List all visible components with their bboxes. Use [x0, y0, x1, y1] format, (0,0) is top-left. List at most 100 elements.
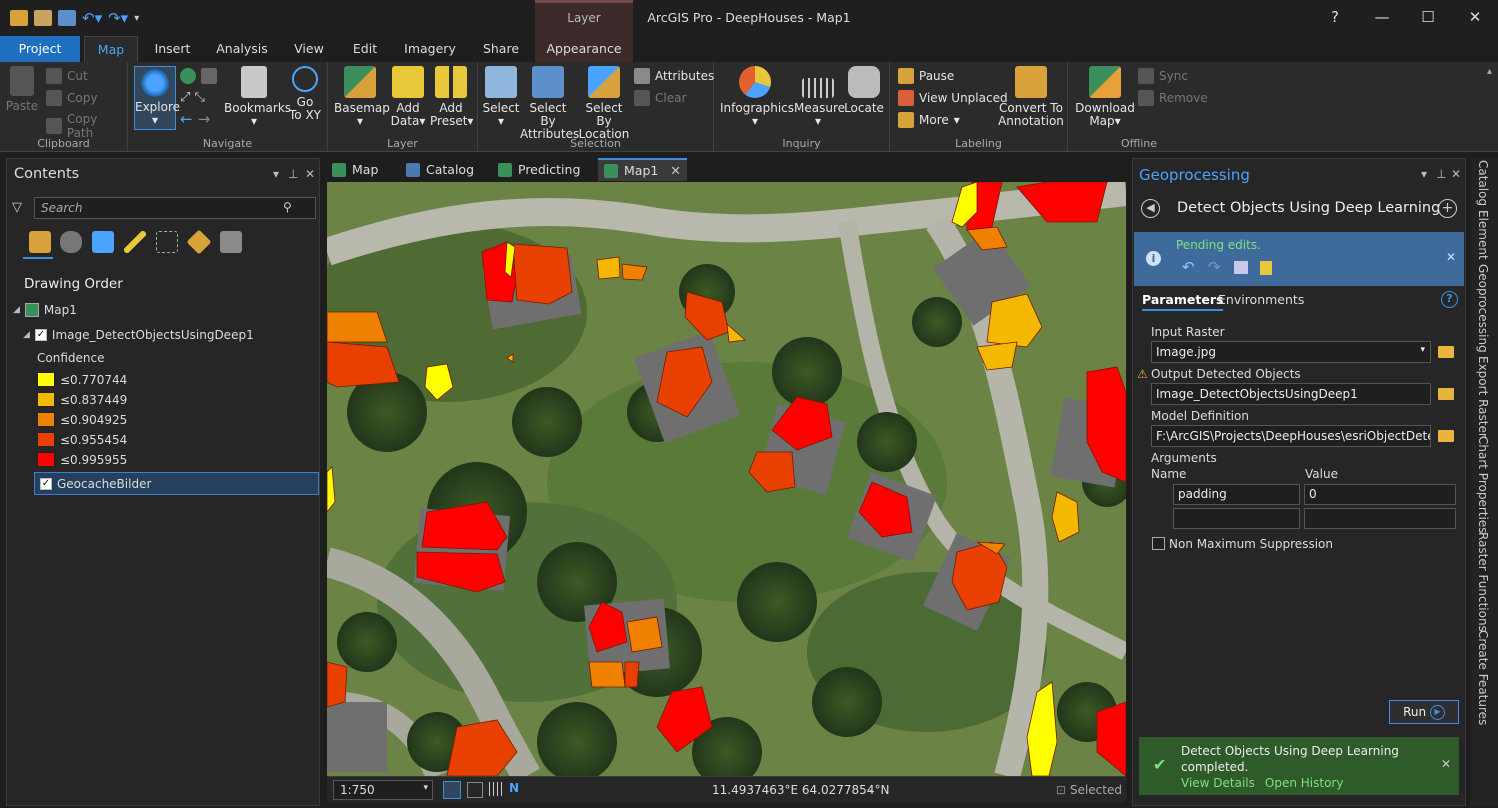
run-button[interactable]: Run ▶ [1389, 700, 1459, 724]
dock-tab-create-features[interactable]: Create Features [1476, 630, 1490, 725]
help-button[interactable]: ? [1320, 8, 1350, 26]
grid-toggle-icon[interactable] [443, 781, 461, 799]
tab-appearance[interactable]: Appearance [540, 36, 628, 62]
cut-button[interactable]: Cut [46, 68, 88, 84]
download-map-button[interactable]: Download Map▾ [1074, 66, 1136, 128]
dismiss-banner-icon[interactable]: ✕ [1446, 250, 1456, 264]
tab-insert[interactable]: Insert [145, 36, 200, 62]
add-preset-button[interactable]: Add Preset▾ [430, 66, 473, 128]
copy-path-button[interactable]: Copy Path [46, 112, 127, 140]
browse-folder-icon[interactable] [1438, 346, 1454, 358]
collapse-arrow-icon[interactable]: ◢ [23, 330, 30, 340]
close-tab-icon[interactable]: ✕ [670, 159, 680, 182]
redo-icon[interactable]: ↷ [1208, 258, 1221, 276]
dock-tab-export-raster[interactable]: Export Raster [1476, 356, 1490, 438]
input-raster-select[interactable]: Image.jpg ▾ [1151, 341, 1431, 363]
view-tab-map[interactable]: Map [326, 158, 384, 181]
sync-button[interactable]: Sync [1138, 68, 1188, 84]
tab-imagery[interactable]: Imagery [398, 36, 462, 62]
attributes-button[interactable]: Attributes [634, 68, 714, 84]
list-by-data-source-icon[interactable] [60, 231, 82, 253]
tab-view[interactable]: View [288, 36, 330, 62]
legend-item[interactable]: ≤0.904925 [37, 412, 127, 427]
more-labeling-button[interactable]: More ▾ [898, 112, 960, 128]
pane-menu-icon[interactable]: ▾ [273, 167, 279, 181]
tab-environments[interactable]: Environments [1218, 292, 1304, 307]
convert-to-annotation-button[interactable]: Convert To Annotation [998, 66, 1064, 128]
dismiss-banner-icon[interactable]: ✕ [1441, 757, 1451, 771]
bookmarks-button[interactable]: Bookmarks ▾ [224, 66, 291, 128]
legend-item[interactable]: ≤0.770744 [37, 372, 127, 387]
coords-dropdown-icon[interactable]: ⌄ [865, 782, 874, 795]
list-by-labeling-icon[interactable] [186, 229, 212, 255]
contents-search-input[interactable]: Search [34, 197, 316, 219]
dock-tab-raster-functions[interactable]: Raster Functions [1476, 532, 1490, 632]
add-tool-icon[interactable]: + [1438, 199, 1457, 218]
measure-button[interactable]: Measure ▾ [794, 66, 845, 128]
view-details-link[interactable]: View Details [1181, 776, 1255, 790]
close-pane-icon[interactable]: ✕ [305, 167, 315, 181]
filter-icon[interactable]: ▽ [12, 200, 22, 215]
close-pane-icon[interactable]: ✕ [1451, 167, 1461, 181]
copy-button[interactable]: Copy [46, 90, 97, 106]
browse-folder-icon[interactable] [1438, 430, 1454, 442]
view-unplaced-button[interactable]: View Unplaced [898, 90, 1008, 106]
explore-button[interactable]: Explore ▾ [134, 66, 180, 130]
discard-edits-icon[interactable] [1260, 261, 1272, 275]
legend-item[interactable]: ≤0.955454 [37, 432, 127, 447]
save-edits-icon[interactable] [1234, 261, 1248, 274]
undo-icon[interactable]: ↶ [1182, 258, 1195, 276]
tree-layer-geocachebilder[interactable]: ✓ GeocacheBilder [34, 472, 319, 495]
remove-offline-button[interactable]: Remove [1138, 90, 1208, 106]
model-definition-input[interactable]: F:\ArcGIS\Projects\DeepHouses\esriObject… [1151, 425, 1431, 447]
legend-item[interactable]: ≤0.995955 [37, 452, 127, 467]
minimize-button[interactable]: — [1367, 8, 1397, 26]
collapse-ribbon-icon[interactable]: ▴ [1487, 66, 1492, 77]
north-arrow-icon[interactable]: N [509, 781, 519, 795]
list-by-perspective-icon[interactable] [220, 231, 242, 253]
tab-map[interactable]: Map [84, 36, 138, 62]
argument-value-cell-empty[interactable] [1304, 508, 1456, 529]
dock-tab-chart-properties[interactable]: Chart Properties [1476, 436, 1490, 533]
output-detected-input[interactable]: Image_DetectObjectsUsingDeep1 [1151, 383, 1431, 405]
list-by-selection-icon[interactable] [92, 231, 114, 253]
map-view[interactable] [327, 182, 1126, 776]
back-icon[interactable]: ◀ [1141, 199, 1160, 218]
clear-selection-button[interactable]: Clear [634, 90, 686, 106]
pane-menu-icon[interactable]: ▾ [1421, 167, 1427, 181]
list-by-snapping-icon[interactable] [156, 231, 178, 253]
tab-parameters[interactable]: Parameters [1142, 292, 1224, 311]
collapse-arrow-icon[interactable]: ◢ [13, 305, 20, 315]
layer-visibility-checkbox[interactable]: ✓ [40, 478, 52, 490]
dock-tab-catalog[interactable]: Catalog [1476, 160, 1490, 206]
tab-project[interactable]: Project [0, 36, 80, 62]
legend-item[interactable]: ≤0.837449 [37, 392, 127, 407]
list-by-drawing-order-icon[interactable] [29, 231, 51, 253]
view-tab-map1[interactable]: Map1 ✕ [598, 158, 687, 181]
list-by-editing-icon[interactable] [124, 231, 146, 253]
search-icon[interactable]: ⚲ [283, 200, 292, 214]
tab-edit[interactable]: Edit [345, 36, 385, 62]
tree-layer-detect[interactable]: ◢ ✓ Image_DetectObjectsUsingDeep1 [23, 328, 254, 342]
pause-labeling-button[interactable]: Pause [898, 68, 954, 84]
paste-button[interactable]: Paste [4, 66, 40, 113]
maximize-button[interactable]: ☐ [1413, 8, 1443, 26]
select-by-attributes-button[interactable]: Select By Attributes [520, 66, 579, 141]
selected-features-label[interactable]: ⊡ Selected [1056, 783, 1122, 797]
argument-name-cell-empty[interactable] [1173, 508, 1300, 529]
browse-folder-icon[interactable] [1438, 388, 1454, 400]
zoom-fixed-button[interactable]: ⤢ ⤡ [180, 90, 205, 105]
open-history-link[interactable]: Open History [1265, 776, 1344, 790]
locate-button[interactable]: Locate [844, 66, 884, 115]
scale-selector[interactable]: 1:750 ▾ [333, 780, 433, 800]
go-to-xy-button[interactable]: Go To XY [286, 66, 324, 122]
dock-tab-geoprocessing[interactable]: Geoprocessing [1476, 264, 1490, 353]
table-grid-icon[interactable] [489, 782, 503, 796]
tree-map1[interactable]: ◢ Map1 [13, 303, 77, 317]
snapping-icon[interactable] [467, 782, 483, 798]
close-button[interactable]: ✕ [1460, 8, 1490, 26]
nms-checkbox[interactable] [1152, 537, 1165, 550]
select-button[interactable]: Select ▾ [482, 66, 520, 128]
select-by-location-button[interactable]: Select By Location [578, 66, 630, 141]
infographics-button[interactable]: Infographics ▾ [720, 66, 794, 128]
